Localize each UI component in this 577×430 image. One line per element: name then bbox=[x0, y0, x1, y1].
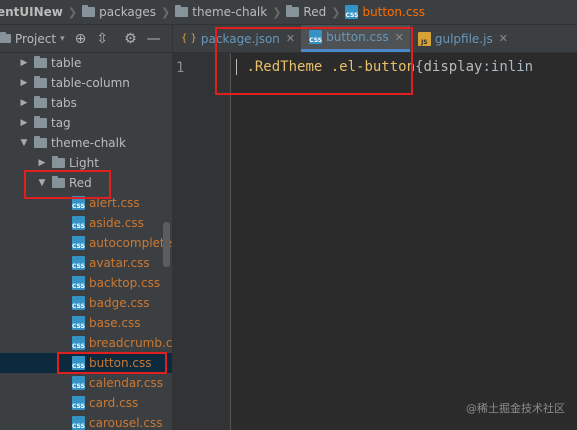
tree-file-item[interactable]: CSS card.css bbox=[0, 393, 172, 413]
folder-icon bbox=[82, 5, 96, 17]
tree-item-label: card.css bbox=[89, 396, 139, 410]
code-token: display bbox=[423, 59, 483, 75]
tree-item-label: tag bbox=[51, 116, 71, 130]
chevron-down-icon: ▾ bbox=[60, 33, 65, 44]
chevron-right-icon: ❯ bbox=[272, 5, 282, 19]
chevron-right-icon: ❯ bbox=[161, 5, 171, 19]
css-file-icon: CSS bbox=[345, 5, 359, 19]
code-token: :inlin bbox=[482, 59, 534, 75]
breadcrumb-item-root[interactable]: entUINew bbox=[0, 5, 66, 19]
tree-folder-item[interactable]: ▶ table-column bbox=[0, 73, 172, 93]
css-file-icon: CSS bbox=[72, 316, 85, 330]
tree-item-label: theme-chalk bbox=[51, 136, 126, 150]
tree-item-label: calendar.css bbox=[89, 376, 163, 390]
project-panel-title: Project bbox=[15, 31, 57, 46]
tree-item-label: base.css bbox=[89, 316, 141, 330]
folder-icon bbox=[0, 32, 11, 43]
chevron-down-icon[interactable]: ▼ bbox=[18, 138, 30, 148]
tree-item-label: backtop.css bbox=[89, 276, 161, 290]
collapse-icon[interactable]: ⇳ bbox=[96, 31, 108, 47]
breadcrumb-label: Red bbox=[303, 5, 327, 19]
css-file-icon: CSS bbox=[72, 276, 85, 290]
folder-icon bbox=[34, 76, 47, 88]
project-view-selector[interactable]: Project ▾ bbox=[0, 31, 65, 46]
tree-item-label: aside.css bbox=[89, 216, 144, 230]
folder-icon bbox=[34, 136, 47, 148]
tree-item-label: autocomplete bbox=[88, 236, 172, 250]
tab-label: gulpfile.js bbox=[434, 31, 493, 46]
breadcrumb-item-theme-chalk[interactable]: theme-chalk bbox=[172, 5, 270, 19]
tree-item-label: table bbox=[51, 56, 82, 70]
tree-item-label: badge.css bbox=[89, 296, 150, 310]
chevron-right-icon: ❯ bbox=[331, 5, 341, 19]
highlight-box-button-css bbox=[57, 352, 167, 374]
css-file-icon: CSS bbox=[72, 236, 85, 250]
css-file-icon: CSS bbox=[72, 216, 85, 230]
minimize-icon[interactable]: — bbox=[147, 31, 161, 47]
chevron-right-icon[interactable]: ▶ bbox=[18, 58, 30, 68]
breadcrumb-item-file[interactable]: CSS button.css bbox=[342, 5, 428, 19]
tree-item-label: table-column bbox=[51, 76, 130, 90]
tree-folder-item[interactable]: ▶ tag bbox=[0, 113, 172, 133]
js-file-icon: JS bbox=[417, 31, 431, 46]
tab-gulpfile-js[interactable]: JS gulpfile.js ✕ bbox=[410, 25, 514, 52]
tree-file-item[interactable]: CSS badge.css bbox=[0, 293, 172, 313]
tree-file-item[interactable]: CSS autocomplete bbox=[0, 233, 172, 253]
css-file-icon: CSS bbox=[72, 336, 85, 350]
highlight-box-tab bbox=[215, 27, 413, 95]
tree-scrollbar[interactable] bbox=[163, 222, 170, 267]
project-panel-header: Project ▾ ⊕ ⇳ ⚙ — bbox=[0, 25, 172, 53]
tree-item-label: breadcrumb.c bbox=[88, 336, 172, 350]
breadcrumb: entUINew ❯ packages ❯ theme-chalk ❯ Red … bbox=[0, 0, 577, 25]
json-icon: { } bbox=[181, 33, 197, 44]
chevron-right-icon: ❯ bbox=[67, 5, 78, 19]
css-file-icon: CSS bbox=[72, 396, 85, 410]
chevron-right-icon[interactable]: ▶ bbox=[18, 78, 30, 88]
settings-icon[interactable]: ⚙ bbox=[124, 31, 137, 47]
tree-file-item[interactable]: CSS avatar.css bbox=[0, 253, 172, 273]
tree-folder-item[interactable]: ▶ table bbox=[0, 53, 172, 73]
css-file-icon: CSS bbox=[72, 256, 85, 270]
css-file-icon: CSS bbox=[72, 296, 85, 310]
tree-file-item[interactable]: CSS aside.css bbox=[0, 213, 172, 233]
close-icon[interactable]: ✕ bbox=[499, 32, 508, 45]
tree-file-item[interactable]: CSS calendar.css bbox=[0, 373, 172, 393]
tree-item-label: carousel.css bbox=[89, 416, 163, 430]
tree-file-item[interactable]: CSS base.css bbox=[0, 313, 172, 333]
editor-gutter bbox=[172, 53, 231, 430]
folder-icon bbox=[52, 156, 65, 168]
tree-file-item[interactable]: CSS carousel.css bbox=[0, 413, 172, 430]
breadcrumb-label: packages bbox=[99, 5, 157, 19]
folder-icon bbox=[34, 96, 47, 108]
breadcrumb-item-red[interactable]: Red bbox=[283, 5, 329, 19]
chevron-right-icon[interactable]: ▶ bbox=[36, 158, 48, 168]
breadcrumb-label: entUINew bbox=[0, 5, 63, 19]
folder-icon bbox=[286, 5, 300, 17]
breadcrumb-item-packages[interactable]: packages bbox=[79, 5, 159, 19]
folder-icon bbox=[34, 116, 47, 128]
tree-item-label: tabs bbox=[51, 96, 77, 110]
css-file-icon: CSS bbox=[72, 416, 85, 430]
tree-file-item[interactable]: CSS backtop.css bbox=[0, 273, 172, 293]
chevron-right-icon[interactable]: ▶ bbox=[18, 118, 30, 128]
line-number: 1 bbox=[176, 60, 185, 76]
breadcrumb-label: theme-chalk bbox=[192, 5, 268, 19]
tree-folder-item[interactable]: ▼ theme-chalk bbox=[0, 133, 172, 153]
highlight-box-red-folder bbox=[24, 170, 111, 199]
folder-icon bbox=[34, 56, 47, 68]
css-file-icon: CSS bbox=[72, 376, 85, 390]
watermark: @稀土掘金技术社区 bbox=[466, 402, 565, 415]
folder-icon bbox=[175, 5, 189, 17]
chevron-right-icon[interactable]: ▶ bbox=[18, 98, 30, 108]
tree-file-item[interactable]: CSS breadcrumb.c bbox=[0, 333, 172, 353]
breadcrumb-label: button.css bbox=[362, 5, 425, 19]
target-icon[interactable]: ⊕ bbox=[75, 31, 87, 47]
tree-item-label: Light bbox=[69, 156, 99, 170]
tree-item-label: avatar.css bbox=[89, 256, 150, 270]
tree-folder-item[interactable]: ▶ tabs bbox=[0, 93, 172, 113]
